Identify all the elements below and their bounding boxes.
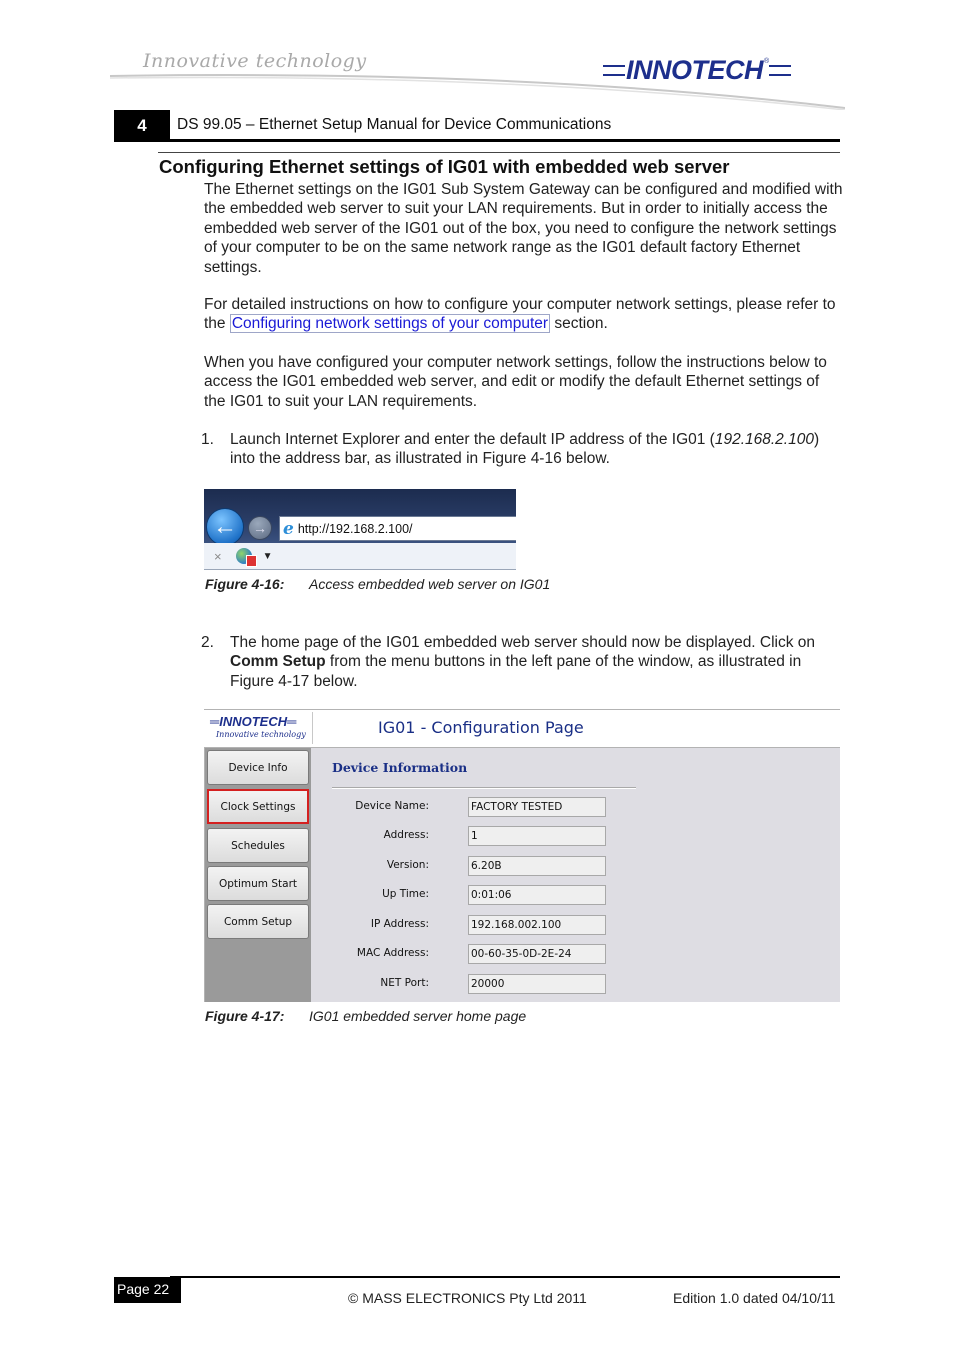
default-ip: 192.168.2.100 [714,431,814,448]
back-arrow-icon[interactable]: ← [206,508,244,546]
device-info-rule [332,787,636,789]
menu-button-clock-settings[interactable]: Clock Settings [207,789,309,824]
address-bar[interactable]: e http://192.168.2.100/ [279,516,516,541]
figure-17-label-text: Figure 4-17: [205,1008,285,1024]
innotech-logo: INNOTECH ® [603,54,792,85]
field-row-ip-address: IP Address: 192.168.002.100 [311,915,840,935]
step-number: 2. [201,634,214,651]
field-row-up-time: Up Time: 0:01:06 [311,885,840,905]
page-number: Page 22 [114,1277,181,1303]
chapter-title: DS 99.05 – Ethernet Setup Manual for Dev… [177,116,612,133]
forward-arrow-icon[interactable]: → [248,516,272,540]
logo-bar-left [603,64,625,76]
web-sidebar-menu: Device Info Clock Settings Schedules Opt… [204,748,312,1002]
device-name-field[interactable]: FACTORY TESTED [468,797,606,817]
ie-logo-icon: e [283,518,294,539]
logo-registered-mark: ® [764,57,770,65]
step-text-part: The home page of the IG01 embedded web s… [230,634,816,651]
field-label: MAC Address: [356,947,429,959]
field-label: IP Address: [370,918,429,930]
copyright: © MASS ELECTRONICS Pty Ltd 2011 [348,1290,587,1306]
web-server-screenshot: ═INNOTECH═ Innovative technology IG01 - … [204,709,840,1002]
dropdown-icon[interactable]: ▼ [263,551,273,562]
paragraph-instructions: When you have configured your computer n… [204,354,827,410]
paragraph-reference: For detailed instructions on how to conf… [204,295,844,334]
tagline: Innovative technology [143,50,367,72]
paragraph-reference-tail: section. [550,315,608,333]
web-header: ═INNOTECH═ Innovative technology IG01 - … [204,710,840,748]
field-row-net-port: NET Port: 20000 [311,974,840,994]
figure-16-label-text: Figure 4-16: [205,576,285,592]
step-1: 1. Launch Internet Explorer and enter th… [201,430,846,469]
web-logo-tagline: Innovative technology [216,730,306,739]
menu-button-optimum-start[interactable]: Optimum Start [207,866,309,901]
figure-16-label: Figure 4-16: [205,576,284,592]
logo-text: INNOTECH [626,54,764,85]
field-label: Version: [386,859,429,871]
step-text: Launch Internet Explorer and enter the d… [230,430,846,469]
browser-toolbar: ← → e http://192.168.2.100/ [204,489,516,546]
field-row-mac-address: MAC Address: 00-60-35-0D-2E-24 [311,944,840,964]
net-port-field[interactable]: 20000 [468,974,606,994]
section-rule [158,152,840,153]
web-page-title: IG01 - Configuration Page [378,718,584,737]
ip-address-field[interactable]: 192.168.002.100 [468,915,606,935]
field-label: Device Name: [355,800,429,812]
menu-button-device-info[interactable]: Device Info [207,750,309,785]
step-text-part: Launch Internet Explorer and enter the d… [230,431,715,448]
step-number: 1. [201,431,214,448]
menu-button-comm-setup[interactable]: Comm Setup [207,904,309,939]
field-row-address: Address: 1 [311,826,840,846]
version-field[interactable]: 6.20B [468,856,606,876]
stop-icon[interactable]: × [214,549,222,564]
comm-setup-emphasis: Comm Setup [230,653,326,671]
globe-pdf-icon[interactable] [235,548,257,567]
figure-16-caption: Access embedded web server on IG01 [309,576,551,592]
menu-button-schedules[interactable]: Schedules [207,828,309,863]
field-label: Up Time: [382,888,429,900]
address-url[interactable]: http://192.168.2.100/ [298,522,413,536]
field-label: NET Port: [380,977,429,989]
device-info-heading: Device Information [332,760,468,775]
section-heading: Configuring Ethernet settings of IG01 wi… [159,156,730,177]
address-field[interactable]: 1 [468,826,606,846]
chapter-number: 4 [114,110,170,142]
step-2: 2. The home page of the IG01 embedded we… [201,633,846,691]
web-logo: ═INNOTECH═ Innovative technology [208,712,313,744]
chapter-rule [170,139,840,142]
browser-favorites-bar: × ▼ [204,543,516,570]
field-label: Address: [383,829,429,841]
footer-rule [170,1276,840,1278]
figure-17-caption: IG01 embedded server home page [309,1008,527,1024]
field-row-device-name: Device Name: FACTORY TESTED [311,797,840,817]
paragraph-intro: The Ethernet settings on the IG01 Sub Sy… [204,181,843,276]
logo-bar-right [769,64,792,76]
web-logo-text: ═INNOTECH═ [210,714,297,729]
field-row-version: Version: 6.20B [311,856,840,876]
up-time-field[interactable]: 0:01:06 [468,885,606,905]
network-settings-link[interactable]: Configuring network settings of your com… [229,314,551,334]
mac-address-field[interactable]: 00-60-35-0D-2E-24 [468,944,606,964]
edition: Edition 1.0 dated 04/10/11 [673,1290,836,1306]
figure-17-label: Figure 4-17: [205,1008,284,1024]
browser-screenshot: ← → e http://192.168.2.100/ × ▼ [204,489,516,570]
web-content: Device Information Device Name: FACTORY … [311,748,840,1002]
step-text: The home page of the IG01 embedded web s… [230,633,846,691]
